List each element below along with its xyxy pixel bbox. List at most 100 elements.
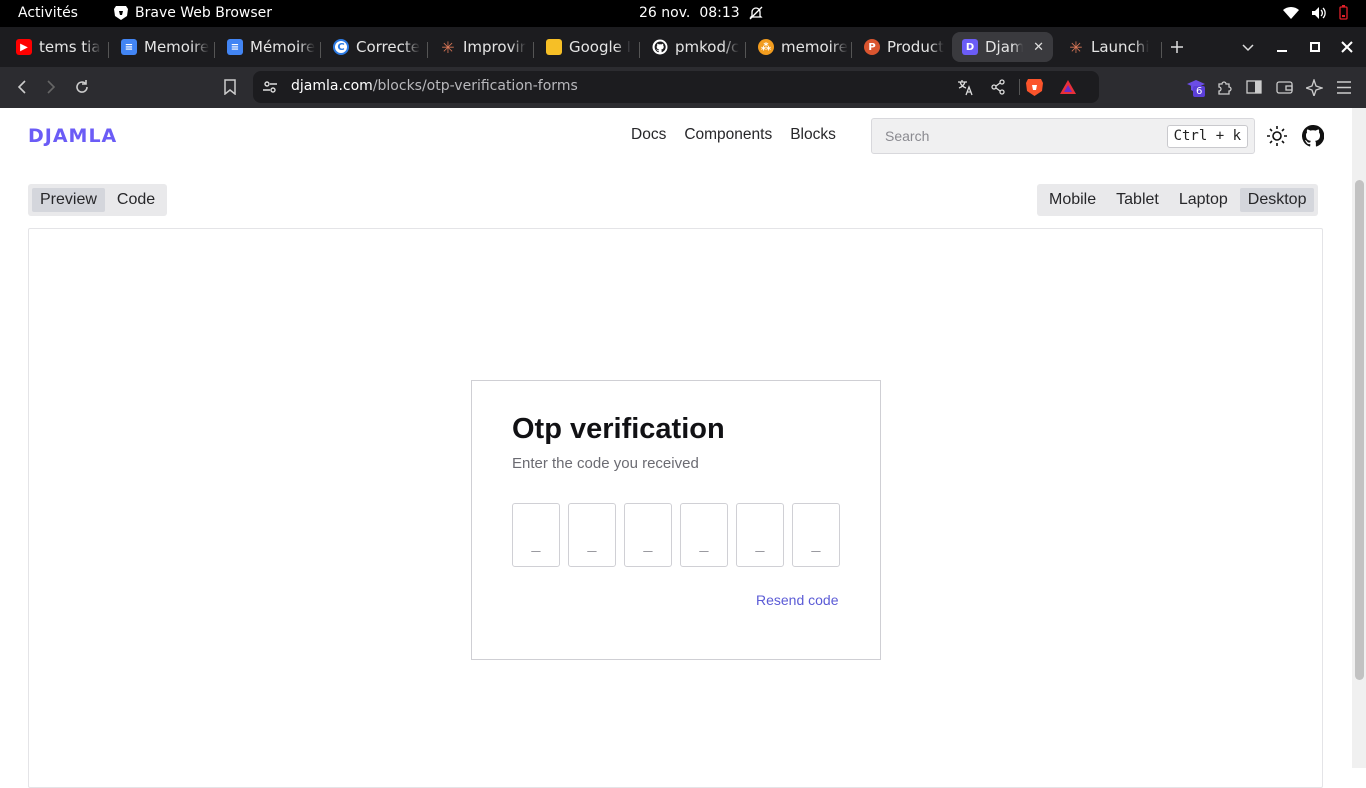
date-label: 26 nov. <box>639 5 691 21</box>
forward-arrow-icon <box>47 80 56 94</box>
tab-9-active[interactable]: D Djam ✕ <box>952 32 1053 62</box>
scrollbar-thumb[interactable] <box>1355 180 1364 680</box>
leo-ai-button[interactable] <box>1304 77 1324 97</box>
producthunt-icon: P <box>864 39 880 55</box>
clock[interactable]: 26 nov. 08:13 <box>639 5 763 21</box>
brave-shields-icon[interactable] <box>1026 78 1043 97</box>
system-tray[interactable] <box>1283 5 1348 20</box>
bookmark-button[interactable] <box>220 77 240 97</box>
tab-strip: ▶ tems tia ≡ Memoire ≡ Mémoire C Correct… <box>0 27 1366 67</box>
google-keep-icon <box>546 39 562 55</box>
tab-title: Improvir <box>463 38 526 56</box>
tab-title: Product <box>887 38 944 56</box>
puzzle-icon <box>1217 80 1232 95</box>
web-page: DJAMLA Docs Components Blocks Search Ctr… <box>0 108 1352 788</box>
tab-8[interactable]: P Product <box>854 32 946 62</box>
tab-10[interactable]: ✳ Launchi <box>1058 32 1158 62</box>
code-tab[interactable]: Code <box>109 188 163 212</box>
bookmark-icon <box>224 79 236 95</box>
hamburger-menu-icon <box>1337 80 1351 94</box>
tab-title: Djam <box>985 38 1023 56</box>
tab-1[interactable]: ≡ Memoire <box>111 32 211 62</box>
brave-rewards-icon[interactable] <box>1059 79 1077 95</box>
reload-button[interactable] <box>72 77 92 97</box>
tab-title: Mémoire <box>250 38 316 56</box>
search-placeholder: Search <box>885 128 930 144</box>
google-docs-icon: ≡ <box>227 39 243 55</box>
nav-docs-link[interactable]: Docs <box>631 126 666 144</box>
extension-count-badge: 6 <box>1193 86 1206 97</box>
site-settings-icon <box>263 81 277 93</box>
extensions-button[interactable] <box>1214 77 1234 97</box>
sidebar-button[interactable] <box>1244 77 1264 97</box>
app-menu[interactable]: Brave Web Browser <box>114 5 272 21</box>
laptop-tab[interactable]: Laptop <box>1171 188 1236 212</box>
tablet-tab[interactable]: Tablet <box>1108 188 1167 212</box>
close-window-button[interactable] <box>1341 27 1353 67</box>
otp-subtitle: Enter the code you received <box>512 455 699 472</box>
forward-button[interactable] <box>41 77 61 97</box>
tab-7[interactable]: ⁂ memoire <box>748 32 848 62</box>
site-logo[interactable]: DJAMLA <box>28 125 117 147</box>
otp-digit-input-5[interactable]: _ <box>736 503 784 567</box>
djamla-icon: D <box>962 39 978 55</box>
tab-title: Correcte <box>356 38 420 56</box>
tab-title: tems tia <box>39 38 101 56</box>
minimize-icon <box>1277 50 1287 52</box>
tab-2[interactable]: ≡ Mémoire <box>217 32 317 62</box>
maximize-button[interactable] <box>1309 27 1321 67</box>
close-icon <box>1341 41 1353 53</box>
minimize-button[interactable] <box>1276 27 1288 67</box>
share-icon[interactable] <box>990 79 1006 95</box>
github-icon[interactable] <box>1302 125 1324 147</box>
main-menu-button[interactable] <box>1334 77 1354 97</box>
preview-tab[interactable]: Preview <box>32 188 105 212</box>
corrector-icon: C <box>333 39 349 55</box>
claude-icon: ✳ <box>441 37 455 57</box>
wallet-button[interactable] <box>1274 77 1294 97</box>
nav-blocks-link[interactable]: Blocks <box>790 126 836 144</box>
otp-title: Otp verification <box>512 413 725 445</box>
tab-4[interactable]: ✳ Improvir <box>430 32 530 62</box>
volume-icon <box>1312 6 1326 19</box>
tab-6[interactable]: pmkod/c <box>642 32 742 62</box>
tab-title: memoire <box>781 38 848 56</box>
desktop-tab[interactable]: Desktop <box>1239 188 1315 212</box>
sidebar-icon <box>1246 80 1262 94</box>
otp-digit-input-2[interactable]: _ <box>568 503 616 567</box>
site-search-input[interactable]: Search Ctrl + k <box>871 118 1255 154</box>
page-scrollbar[interactable] <box>1352 108 1366 768</box>
mobile-tab[interactable]: Mobile <box>1041 188 1104 212</box>
otp-digit-input-6[interactable]: _ <box>792 503 840 567</box>
address-bar[interactable]: djamla.com/blocks/otp-verification-forms <box>253 71 1099 103</box>
resend-code-link[interactable]: Resend code <box>756 592 839 608</box>
battery-low-icon <box>1339 5 1348 20</box>
close-tab-icon[interactable]: ✕ <box>1033 40 1044 55</box>
translate-icon[interactable] <box>957 79 974 96</box>
tab-3[interactable]: C Correcte <box>323 32 423 62</box>
tab-title: pmkod/c <box>675 38 740 56</box>
tab-search-button[interactable] <box>1241 27 1255 67</box>
tab-title: Memoire <box>144 38 210 56</box>
otp-card: Otp verification Enter the code you rece… <box>471 380 881 660</box>
otp-digit-input-4[interactable]: _ <box>680 503 728 567</box>
otp-digit-input-1[interactable]: _ <box>512 503 560 567</box>
theme-toggle-sun-icon[interactable] <box>1266 125 1288 147</box>
brave-lion-icon <box>114 6 128 20</box>
tab-0[interactable]: ▶ tems tia <box>6 32 102 62</box>
otp-digit-input-3[interactable]: _ <box>624 503 672 567</box>
system-top-bar: Activités Brave Web Browser 26 nov. 08:1… <box>0 0 1366 27</box>
extension-badge-button[interactable]: 6 <box>1186 77 1206 97</box>
back-button[interactable] <box>12 77 32 97</box>
view-toggle: Preview Code <box>28 184 168 216</box>
toolbar: djamla.com/blocks/otp-verification-forms… <box>0 67 1366 108</box>
tab-5[interactable]: Google I <box>536 32 636 62</box>
url-host: djamla.com <box>291 78 373 94</box>
tab-title: Google I <box>569 38 632 56</box>
new-tab-button[interactable] <box>1170 27 1184 67</box>
device-toggle: Mobile Tablet Laptop Desktop <box>1037 184 1319 216</box>
nav-components-link[interactable]: Components <box>684 126 772 144</box>
activities-button[interactable]: Activités <box>18 5 78 21</box>
chevron-down-icon <box>1242 44 1254 52</box>
time-label: 08:13 <box>699 5 740 21</box>
